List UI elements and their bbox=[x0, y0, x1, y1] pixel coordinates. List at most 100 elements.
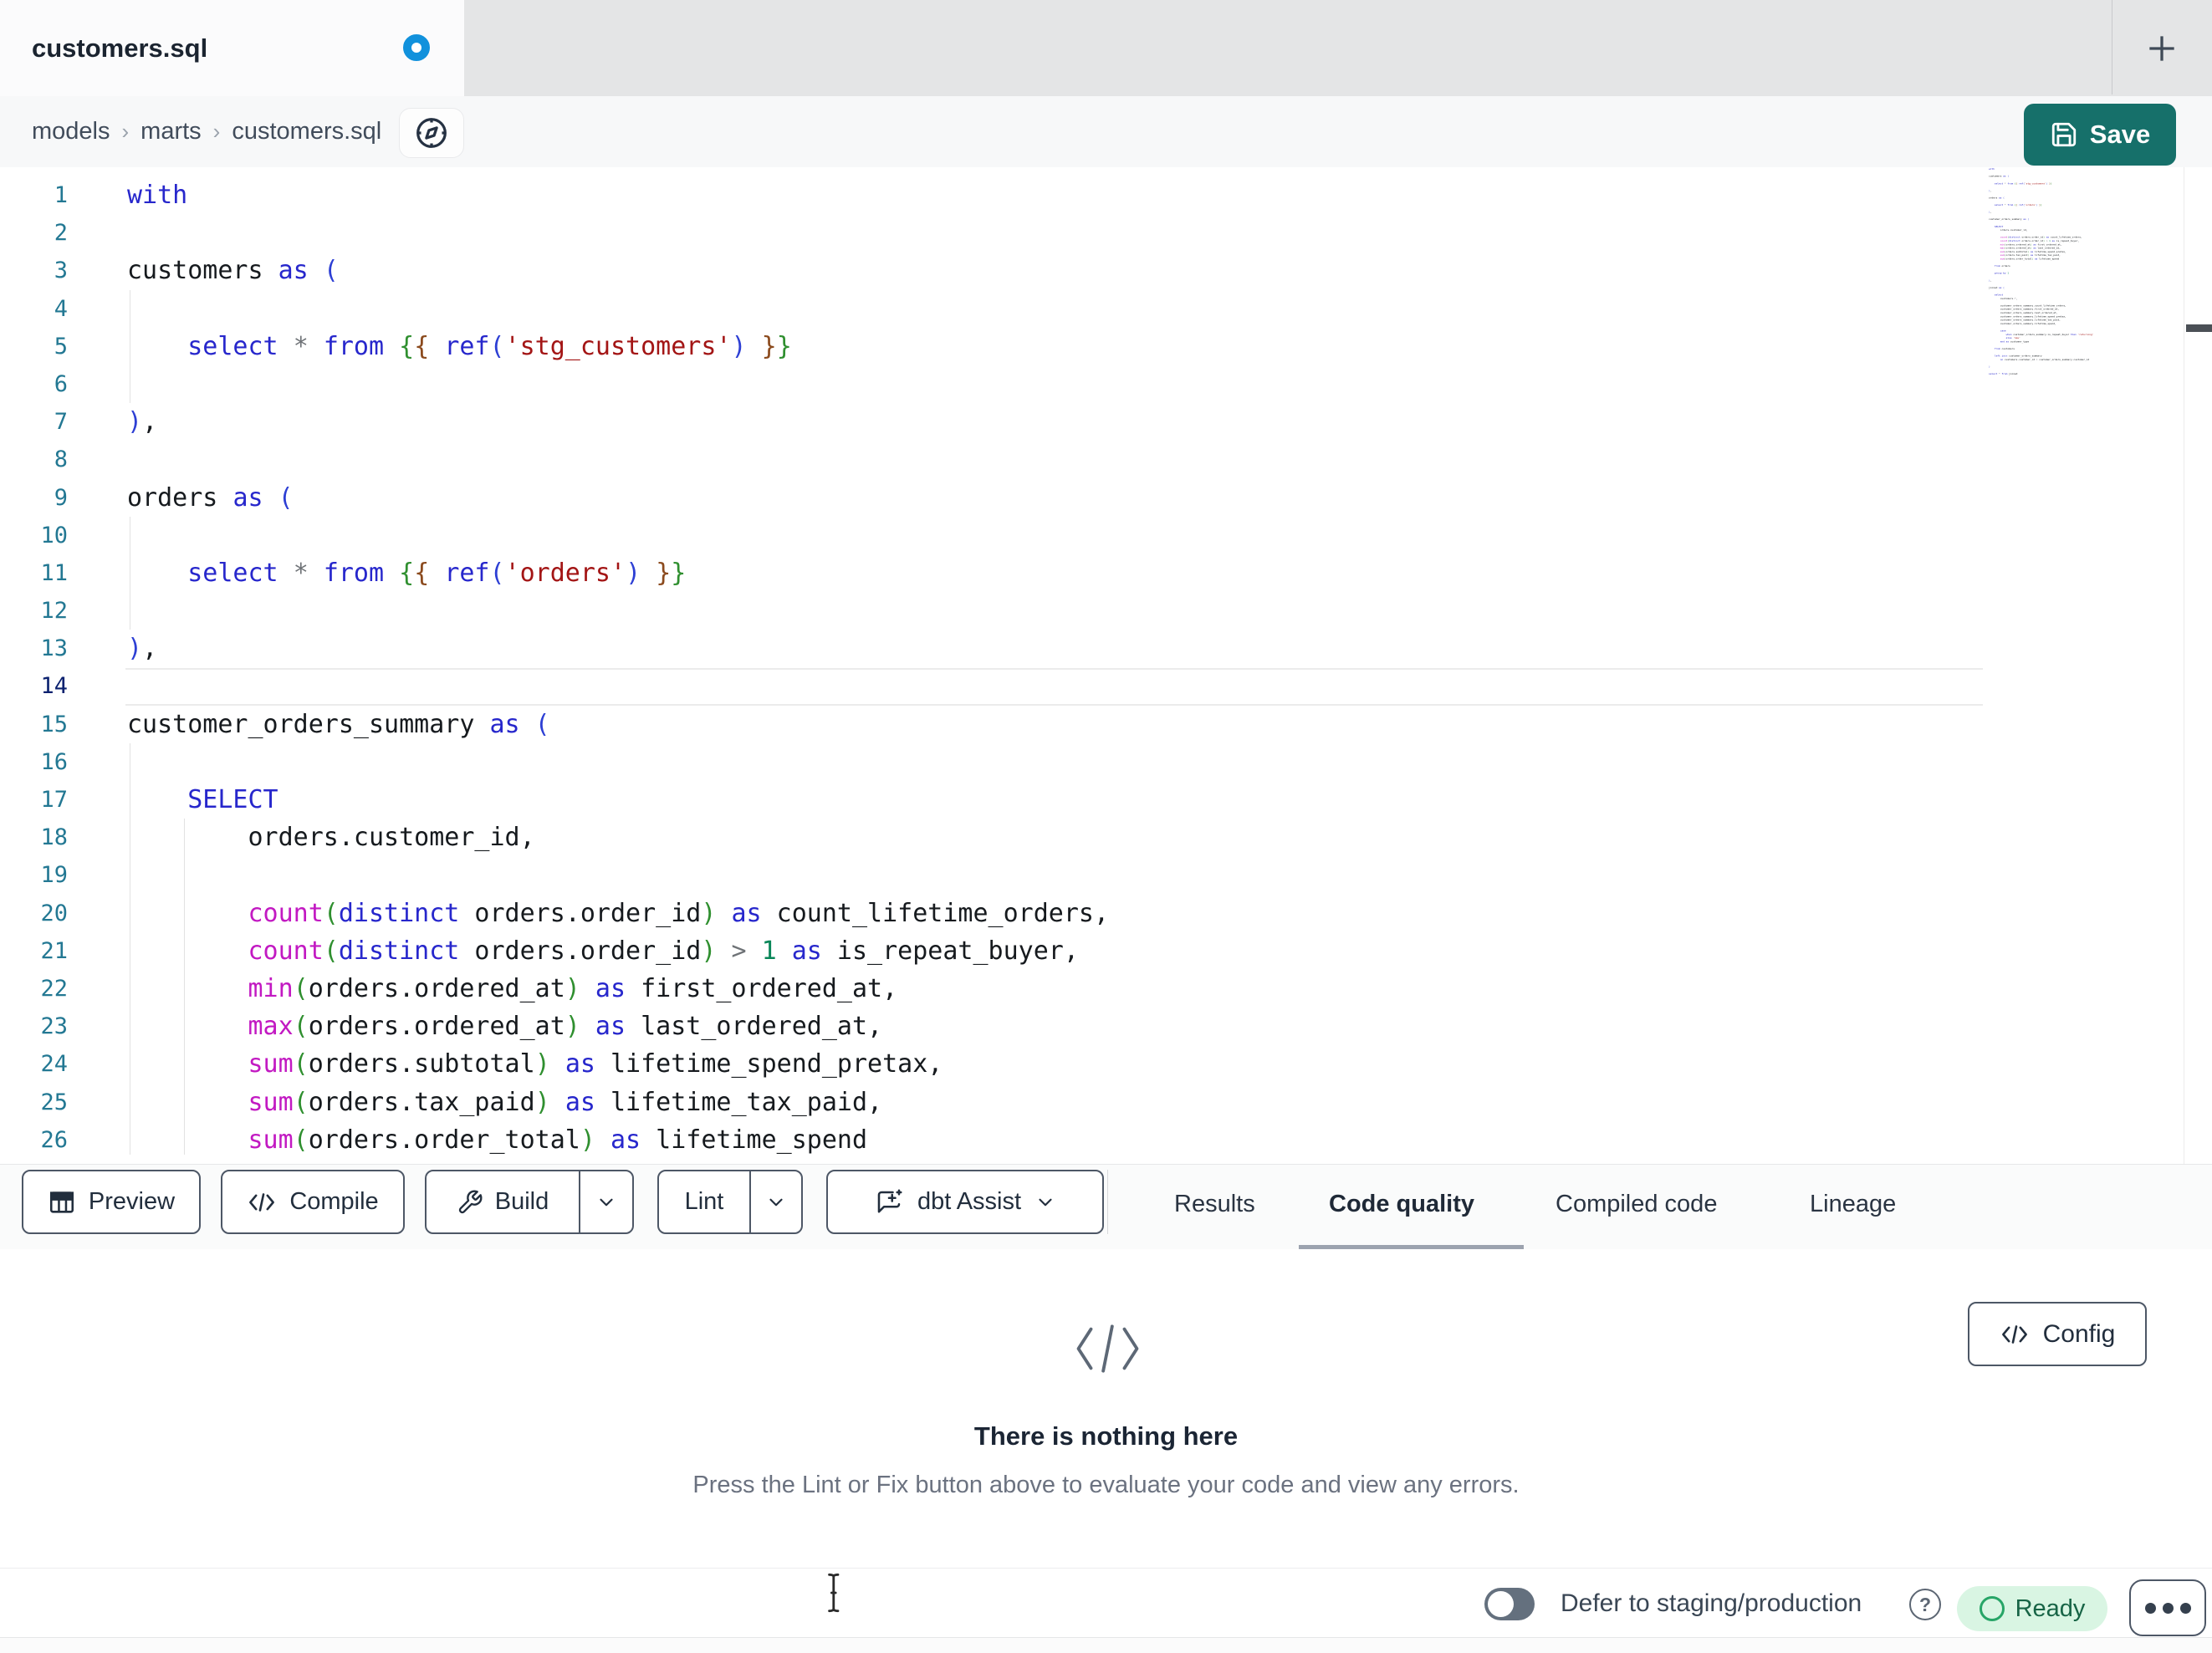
line-number: 15 bbox=[40, 711, 68, 737]
code-line[interactable]: 5 select * from {{ ref('stg_customers') … bbox=[0, 328, 1983, 365]
bottom-strip bbox=[0, 1637, 2212, 1653]
table-icon bbox=[49, 1191, 74, 1213]
new-tab-button[interactable] bbox=[2128, 15, 2195, 82]
save-button[interactable]: Save bbox=[2024, 104, 2176, 166]
status-circle-icon bbox=[1979, 1596, 2005, 1621]
build-button[interactable]: Build bbox=[427, 1171, 579, 1232]
code-line[interactable]: 21 count(distinct orders.order_id) > 1 a… bbox=[0, 932, 1983, 970]
preview-button[interactable]: Preview bbox=[22, 1170, 201, 1234]
code-line[interactable]: 2 bbox=[0, 214, 1983, 252]
code-icon bbox=[249, 1192, 275, 1212]
dbt-assist-label: dbt Assist bbox=[917, 1188, 1022, 1215]
line-number: 5 bbox=[54, 333, 68, 360]
unsaved-changes-dot-icon bbox=[403, 34, 430, 61]
tab-results-label: Results bbox=[1174, 1191, 1255, 1217]
ready-label: Ready bbox=[2015, 1594, 2086, 1622]
more-options-button[interactable] bbox=[2129, 1579, 2206, 1636]
breadcrumb-separator: › bbox=[121, 119, 130, 144]
code-line[interactable]: 20 count(distinct orders.order_id) as co… bbox=[0, 895, 1983, 932]
ready-status-badge[interactable]: Ready bbox=[1957, 1586, 2107, 1631]
build-dropdown-button[interactable] bbox=[580, 1171, 632, 1232]
lint-button[interactable]: Lint bbox=[659, 1171, 749, 1232]
tab-lineage-label: Lineage bbox=[1810, 1191, 1897, 1217]
save-label: Save bbox=[2089, 120, 2151, 149]
overview-ruler-cursor-marker bbox=[2186, 324, 2212, 332]
tab-title: customers.sql bbox=[32, 33, 208, 63]
save-floppy-icon bbox=[2051, 122, 2076, 147]
code-icon bbox=[1076, 1324, 1139, 1373]
lint-dropdown-button[interactable] bbox=[751, 1171, 801, 1232]
code-line[interactable]: 18 orders.customer_id, bbox=[0, 819, 1983, 856]
line-number: 8 bbox=[54, 446, 68, 473]
line-number: 11 bbox=[40, 559, 68, 586]
code-line[interactable]: 15 customer_orders_summary as ( bbox=[0, 706, 1983, 743]
code-line[interactable]: 19 bbox=[0, 856, 1983, 894]
defer-label: Defer to staging/production bbox=[1561, 1589, 1862, 1617]
tab-compiled-code[interactable]: Compiled code bbox=[1556, 1165, 1717, 1244]
chevron-down-icon bbox=[769, 1198, 783, 1206]
breadcrumb-row: models › marts › customers.sql Save bbox=[0, 96, 2212, 167]
defer-toggle[interactable] bbox=[1484, 1588, 1535, 1620]
code-line[interactable]: 24 sum(orders.subtotal) as lifetime_spen… bbox=[0, 1045, 1983, 1083]
breadcrumb: models › marts › customers.sql bbox=[32, 96, 381, 167]
breadcrumb-file: customers.sql bbox=[232, 118, 382, 145]
line-number: 14 bbox=[40, 673, 68, 700]
code-line[interactable]: 22 min(orders.ordered_at) as first_order… bbox=[0, 970, 1983, 1008]
code-line[interactable]: 13), bbox=[0, 630, 1983, 667]
code-line[interactable]: 25 sum(orders.tax_paid) as lifetime_tax_… bbox=[0, 1084, 1983, 1121]
tab-lineage[interactable]: Lineage bbox=[1810, 1165, 1896, 1244]
compile-button[interactable]: Compile bbox=[221, 1170, 405, 1234]
empty-state-subtitle: Press the Lint or Fix button above to ev… bbox=[692, 1472, 1520, 1498]
plus-icon bbox=[2149, 36, 2174, 61]
tab-code-quality-label: Code quality bbox=[1329, 1191, 1475, 1217]
line-number: 3 bbox=[54, 258, 68, 284]
compile-label: Compile bbox=[289, 1188, 379, 1215]
line-number: 4 bbox=[54, 295, 68, 322]
config-button[interactable]: Config bbox=[1968, 1302, 2147, 1366]
dbt-assist-button[interactable]: dbt Assist bbox=[826, 1170, 1104, 1234]
actionbar-divider bbox=[1107, 1170, 1108, 1234]
tab-bar: customers.sql bbox=[0, 0, 2212, 96]
empty-state-title: There is nothing here bbox=[973, 1421, 1239, 1451]
code-line[interactable]: 3 customers as ( bbox=[0, 252, 1983, 289]
line-number: 10 bbox=[40, 522, 68, 548]
minimap[interactable]: with customers as ( select * from {{ ref… bbox=[1989, 167, 2183, 1164]
breadcrumb-models[interactable]: models bbox=[32, 118, 110, 145]
overview-ruler[interactable] bbox=[2184, 167, 2212, 1164]
line-number: 26 bbox=[40, 1126, 68, 1153]
code-lines: 1 with 2 3 customers as ( 4 5 select * from {{… bbox=[0, 176, 1983, 1159]
help-icon[interactable]: ? bbox=[1909, 1589, 1941, 1620]
breadcrumb-marts[interactable]: marts bbox=[140, 118, 202, 145]
line-number: 9 bbox=[54, 484, 68, 511]
code-line[interactable]: 12 bbox=[0, 592, 1983, 630]
preview-label: Preview bbox=[88, 1188, 176, 1215]
code-line[interactable]: 26 sum(orders.order_total) as lifetime_s… bbox=[0, 1121, 1983, 1159]
tab-customers-sql[interactable]: customers.sql bbox=[0, 0, 464, 96]
build-split-button: Build bbox=[425, 1170, 634, 1234]
compass-icon bbox=[416, 118, 447, 148]
code-line[interactable]: 23 max(orders.ordered_at) as last_ordere… bbox=[0, 1008, 1983, 1045]
code-quality-panel bbox=[0, 1249, 2212, 1568]
tab-code-quality[interactable]: Code quality bbox=[1329, 1165, 1474, 1244]
code-line[interactable]: 6 bbox=[0, 365, 1983, 403]
code-line[interactable]: 8 bbox=[0, 441, 1983, 478]
code-line[interactable]: 11 select * from {{ ref('orders') }} bbox=[0, 554, 1983, 592]
action-bar: Preview Compile Build Lint dbt Assist Re… bbox=[0, 1164, 2212, 1251]
tab-results[interactable]: Results bbox=[1174, 1165, 1255, 1244]
line-number: 17 bbox=[40, 787, 68, 813]
lint-split-button: Lint bbox=[657, 1170, 803, 1234]
code-line[interactable]: 10 bbox=[0, 517, 1983, 554]
code-line[interactable]: 17 SELECT bbox=[0, 781, 1983, 819]
line-number: 6 bbox=[54, 370, 68, 397]
code-editor[interactable]: 1 with 2 3 customers as ( 4 5 select * from {{… bbox=[0, 167, 2212, 1164]
line-number: 22 bbox=[40, 975, 68, 1002]
lint-label: Lint bbox=[684, 1188, 724, 1215]
code-line[interactable]: 4 bbox=[0, 290, 1983, 328]
code-line[interactable]: 9 orders as ( bbox=[0, 479, 1983, 517]
assist-bubble-icon bbox=[877, 1188, 902, 1213]
code-line[interactable]: 14 bbox=[0, 667, 1983, 705]
code-line[interactable]: 1 with bbox=[0, 176, 1983, 214]
code-line[interactable]: 7), bbox=[0, 403, 1983, 441]
explore-compass-button[interactable] bbox=[399, 108, 464, 158]
code-line[interactable]: 16 bbox=[0, 743, 1983, 781]
